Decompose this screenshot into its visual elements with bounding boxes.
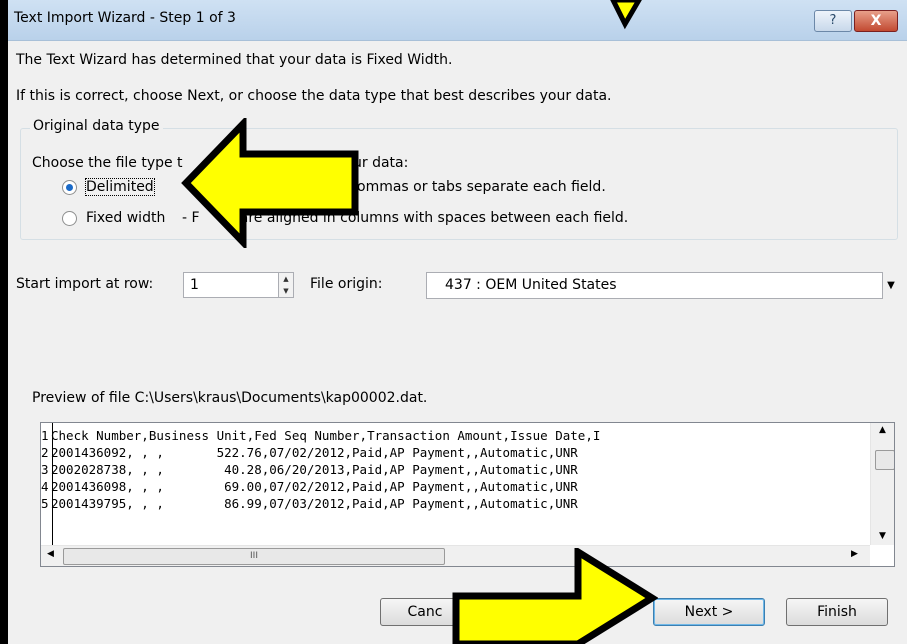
start-row-input[interactable]: 1 bbox=[183, 272, 279, 298]
annotation-arrow-right-shape bbox=[452, 548, 658, 644]
line-number-divider bbox=[52, 423, 53, 545]
spin-down-icon[interactable]: ▼ bbox=[283, 287, 288, 295]
preview-row: 3 2002028738, , , 40.28,06/20/2013,Paid,A… bbox=[41, 462, 871, 478]
scroll-right-icon[interactable]: ▶ bbox=[851, 549, 858, 559]
annotation-arrow-left bbox=[181, 118, 359, 248]
scroll-up-icon[interactable]: ▲ bbox=[879, 425, 886, 435]
vertical-scrollbar[interactable]: ▲ ▼ bbox=[870, 423, 894, 545]
close-button[interactable]: X bbox=[854, 10, 898, 32]
spin-up-icon[interactable]: ▲ bbox=[283, 275, 288, 283]
row-text: 2002028738, , , 40.28,06/20/2013,Paid,AP… bbox=[51, 462, 578, 477]
help-button[interactable]: ? bbox=[814, 10, 852, 32]
annotation-arrow-left-shape bbox=[181, 118, 359, 248]
annotation-arrow-top bbox=[610, 0, 642, 30]
preview-pane[interactable]: 1 Check Number,Business Unit,Fed Seq Numb… bbox=[40, 422, 895, 567]
preview-row: 1 Check Number,Business Unit,Fed Seq Numb… bbox=[41, 428, 871, 444]
vertical-scroll-thumb[interactable] bbox=[875, 450, 894, 470]
scroll-left-icon[interactable]: ◀ bbox=[47, 549, 54, 559]
chevron-down-icon[interactable]: ▼ bbox=[882, 272, 899, 299]
annotation-arrow-top-shape bbox=[610, 0, 642, 30]
file-origin-label: File origin: bbox=[310, 276, 383, 292]
row-text: 2001436092, , , 522.76,07/02/2012,Paid,A… bbox=[51, 445, 578, 460]
row-text: 2001436098, , , 69.00,07/02/2012,Paid,AP… bbox=[51, 479, 578, 494]
row-number: 3 bbox=[41, 462, 49, 477]
start-row-label: Start import at row: bbox=[16, 276, 154, 292]
intro-line-2: If this is correct, choose Next, or choo… bbox=[16, 88, 612, 104]
finish-button[interactable]: Finish bbox=[786, 598, 888, 626]
original-data-type-legend: Original data type bbox=[30, 118, 163, 134]
row-text: 2001439795, , , 86.99,07/03/2012,Paid,AP… bbox=[51, 496, 578, 511]
next-button[interactable]: Next > bbox=[653, 598, 765, 626]
horizontal-scroll-thumb[interactable]: III bbox=[63, 548, 445, 565]
row-number: 1 bbox=[41, 428, 49, 443]
fixed-width-radio[interactable] bbox=[62, 211, 77, 226]
delimited-radio[interactable] bbox=[62, 180, 77, 195]
row-number: 2 bbox=[41, 445, 49, 460]
delimited-label[interactable]: Delimited bbox=[85, 178, 155, 196]
preview-row: 4 2001436098, , , 69.00,07/02/2012,Paid,A… bbox=[41, 479, 871, 495]
start-row-spinner[interactable]: ▲ ▼ bbox=[278, 272, 294, 298]
row-number: 5 bbox=[41, 496, 49, 511]
annotation-arrow-right bbox=[452, 548, 658, 644]
preview-row: 2 2001436092, , , 522.76,07/02/2012,Paid,… bbox=[41, 445, 871, 461]
fixed-width-label[interactable]: Fixed width bbox=[86, 210, 165, 226]
delimited-description: ommas or tabs separate each field. bbox=[357, 179, 606, 195]
row-text: Check Number,Business Unit,Fed Seq Numbe… bbox=[51, 428, 601, 443]
intro-line-1: The Text Wizard has determined that your… bbox=[16, 52, 453, 68]
cancel-label: Canc bbox=[407, 604, 443, 620]
window-title: Text Import Wizard - Step 1 of 3 bbox=[14, 10, 236, 26]
file-type-prompt-start: Choose the file type t bbox=[32, 155, 183, 171]
title-bar: Text Import Wizard - Step 1 of 3 ? X bbox=[8, 0, 907, 41]
radio-selected-dot bbox=[66, 184, 73, 191]
file-origin-select[interactable]: 437 : OEM United States bbox=[426, 272, 899, 299]
row-number: 4 bbox=[41, 479, 49, 494]
scroll-down-icon[interactable]: ▼ bbox=[879, 531, 886, 541]
preview-label: Preview of file C:\Users\kraus\Documents… bbox=[32, 390, 428, 406]
preview-row: 5 2001439795, , , 86.99,07/03/2012,Paid,A… bbox=[41, 496, 871, 512]
